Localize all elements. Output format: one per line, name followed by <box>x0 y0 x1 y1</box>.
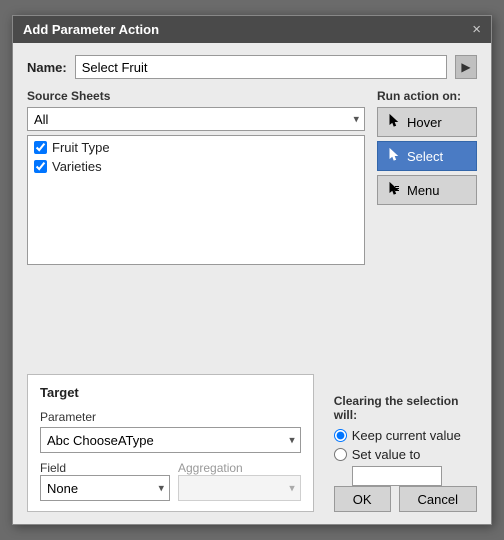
source-sheets-dropdown[interactable]: All <box>27 107 365 131</box>
set-value-radio[interactable] <box>334 448 347 461</box>
field-agg-labels: Field Aggregation <box>40 461 301 475</box>
title-bar: Add Parameter Action × <box>13 16 491 43</box>
right-section: Clearing the selection will: Keep curren… <box>324 374 477 512</box>
dialog-body: Name: ▶ Source Sheets All Fruit Type <box>13 43 491 374</box>
sheet-item-varieties[interactable]: Varieties <box>34 159 358 174</box>
name-label: Name: <box>27 60 67 75</box>
menu-button[interactable]: Menu <box>377 175 477 205</box>
main-section: Source Sheets All Fruit Type Varieties <box>27 89 477 265</box>
field-agg-row: None <box>40 475 301 501</box>
keep-value-row: Keep current value <box>334 428 477 443</box>
sheets-list: Fruit Type Varieties <box>27 135 365 265</box>
target-box: Target Parameter Abc ChooseAType Field A… <box>27 374 314 512</box>
ok-button[interactable]: OK <box>334 486 391 512</box>
name-arrow-button[interactable]: ▶ <box>455 55 477 79</box>
hover-label: Hover <box>407 115 442 130</box>
name-row: Name: ▶ <box>27 55 477 79</box>
set-value-row: Set value to <box>334 447 477 462</box>
hover-button[interactable]: Hover <box>377 107 477 137</box>
agg-dropdown[interactable] <box>178 475 301 501</box>
agg-label: Aggregation <box>178 461 301 475</box>
param-dropdown-wrapper: Abc ChooseAType <box>40 427 301 453</box>
param-section: Parameter Abc ChooseAType <box>40 410 301 453</box>
field-agg-section: Field Aggregation None <box>40 461 301 501</box>
menu-label: Menu <box>407 183 440 198</box>
param-dropdown[interactable]: Abc ChooseAType <box>40 427 301 453</box>
add-parameter-action-dialog: Add Parameter Action × Name: ▶ Source Sh… <box>12 15 492 525</box>
select-icon <box>386 147 402 166</box>
name-input[interactable] <box>75 55 447 79</box>
sheet-checkbox-varieties[interactable] <box>34 160 47 173</box>
source-sheets-label: Source Sheets <box>27 89 365 103</box>
sheet-label-fruit-type: Fruit Type <box>52 140 110 155</box>
source-dropdown-wrapper: All <box>27 107 365 131</box>
dialog-title: Add Parameter Action <box>23 22 159 37</box>
run-action-section: Run action on: Hover Select <box>377 89 477 265</box>
hover-icon <box>386 113 402 132</box>
close-button[interactable]: × <box>472 22 481 37</box>
sheet-label-varieties: Varieties <box>52 159 102 174</box>
target-title: Target <box>40 385 301 400</box>
run-action-label: Run action on: <box>377 89 477 103</box>
field-dropdown-wrapper: None <box>40 475 170 501</box>
clearing-label: Clearing the selection will: <box>334 394 477 422</box>
select-label: Select <box>407 149 443 164</box>
menu-icon <box>386 181 402 200</box>
ok-cancel-row: OK Cancel <box>334 486 477 512</box>
field-label: Field <box>40 461 170 475</box>
select-button[interactable]: Select <box>377 141 477 171</box>
set-value-input[interactable] <box>352 466 442 486</box>
lower-section: Target Parameter Abc ChooseAType Field A… <box>13 374 491 524</box>
sheet-item-fruit-type[interactable]: Fruit Type <box>34 140 358 155</box>
sheet-checkbox-fruit-type[interactable] <box>34 141 47 154</box>
agg-dropdown-wrapper <box>178 475 301 501</box>
field-dropdown[interactable]: None <box>40 475 170 501</box>
param-label: Parameter <box>40 410 301 424</box>
keep-value-radio[interactable] <box>334 429 347 442</box>
source-sheets-section: Source Sheets All Fruit Type Varieties <box>27 89 365 265</box>
keep-value-label: Keep current value <box>352 428 461 443</box>
set-value-label: Set value to <box>352 447 421 462</box>
cancel-button[interactable]: Cancel <box>399 486 477 512</box>
